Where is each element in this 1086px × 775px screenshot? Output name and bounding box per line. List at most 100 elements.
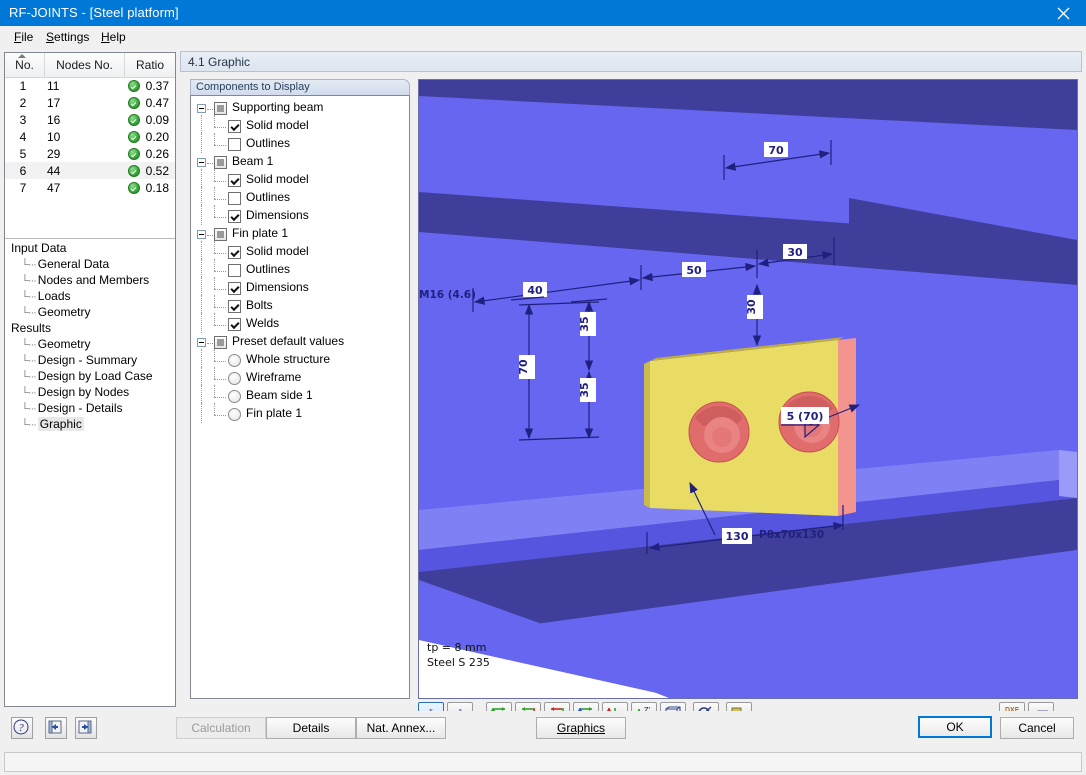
column-header-no[interactable]: No.	[5, 53, 45, 77]
nav-item-design-summary[interactable]: └··· Design - Summary	[21, 353, 137, 367]
ok-button[interactable]: OK	[918, 716, 992, 738]
components-tree-caption: Components to Display	[190, 79, 410, 95]
tree-item-label: Outlines	[246, 190, 291, 204]
nat-annex-button[interactable]: Nat. Annex...	[356, 717, 446, 739]
checkbox[interactable]	[228, 318, 241, 331]
cell-no: 5	[19, 147, 27, 161]
next-button[interactable]	[75, 717, 97, 739]
table-row[interactable]: 2 17 0.47	[5, 94, 175, 111]
nav-item-label: Design - Details	[37, 401, 123, 415]
tree-item-outlines[interactable]: Outlines	[191, 187, 409, 209]
cell-no: 6	[19, 164, 27, 178]
nav-item-graphic[interactable]: └··· Graphic	[21, 417, 84, 431]
tree-item-whole-structure[interactable]: Whole structure	[191, 349, 409, 371]
tree-item-label: Outlines	[246, 262, 291, 276]
nav-item-general-data[interactable]: └··· General Data	[21, 257, 109, 271]
tree-connector	[201, 205, 203, 225]
cancel-button[interactable]: Cancel	[1000, 717, 1074, 739]
table-row[interactable]: 4 10 0.20	[5, 128, 175, 145]
checkbox[interactable]	[228, 174, 241, 187]
tree-item-outlines[interactable]: Outlines	[191, 133, 409, 155]
tree-item-label: Supporting beam	[232, 100, 324, 114]
column-header-nodes[interactable]: Nodes No.	[45, 53, 125, 77]
radio-button[interactable]	[228, 354, 241, 367]
group-toggle-box[interactable]	[214, 228, 227, 241]
radio-button[interactable]	[228, 372, 241, 385]
group-toggle-box[interactable]	[214, 156, 227, 169]
checkbox[interactable]	[228, 138, 241, 151]
expander-collapse-icon[interactable]	[197, 104, 206, 113]
checkbox[interactable]	[228, 264, 241, 277]
tree-item-wireframe[interactable]: Wireframe	[191, 367, 409, 389]
checkbox[interactable]	[228, 192, 241, 205]
tree-item-outlines[interactable]: Outlines	[191, 259, 409, 281]
nav-item-label: Design by Nodes	[37, 385, 130, 399]
tree-item-fin-plate-1[interactable]: Fin plate 1	[191, 403, 409, 425]
table-row[interactable]: 6 44 0.52	[5, 162, 175, 179]
checkbox[interactable]	[228, 120, 241, 133]
tree-item-beam-side-1[interactable]: Beam side 1	[191, 385, 409, 407]
table-row[interactable]: 3 16 0.09	[5, 111, 175, 128]
cell-nodes: 17	[47, 96, 61, 110]
section-header: 4.1 Graphic	[180, 51, 1082, 72]
tree-item-welds[interactable]: Welds	[191, 313, 409, 335]
radio-button[interactable]	[228, 408, 241, 421]
menu-settings[interactable]: Settings	[40, 29, 95, 45]
graphic-canvas[interactable]: .dl{stroke:#202080;stroke-width:1.2;fill…	[419, 80, 1077, 698]
tree-item-label: Dimensions	[246, 208, 309, 222]
checkbox[interactable]	[228, 300, 241, 313]
nav-item-nodes-and-members[interactable]: └··· Nodes and Members	[21, 273, 149, 287]
tree-connector	[207, 235, 213, 237]
expander-collapse-icon[interactable]	[197, 338, 206, 347]
graphic-note: tp = 8 mm Steel S 235	[427, 640, 490, 670]
window-title: RF-JOINTS - [Steel platform]	[9, 5, 179, 20]
column-header-ratio[interactable]: Ratio	[125, 53, 175, 77]
results-grid-header: No. Nodes No. Ratio	[5, 53, 175, 78]
group-toggle-box[interactable]	[214, 336, 227, 349]
group-toggle-box[interactable]	[214, 102, 227, 115]
graphic-viewport[interactable]: .dl{stroke:#202080;stroke-width:1.2;fill…	[418, 79, 1078, 699]
tree-item-solid-model[interactable]: Solid model	[191, 115, 409, 137]
nav-item-geometry[interactable]: └··· Geometry	[21, 337, 90, 351]
nav-item-label: General Data	[37, 257, 110, 271]
tree-item-supporting-beam[interactable]: Supporting beam	[191, 100, 409, 119]
cell-no: 7	[19, 181, 27, 195]
tree-item-label: Wireframe	[246, 370, 302, 384]
nav-item-geometry[interactable]: └··· Geometry	[21, 305, 90, 319]
checkbox[interactable]	[228, 282, 241, 295]
tree-connector-icon: └···	[21, 419, 37, 431]
checkbox[interactable]	[228, 210, 241, 223]
nav-item-design-by-nodes[interactable]: └··· Design by Nodes	[21, 385, 129, 399]
calculation-button[interactable]: Calculation	[176, 717, 266, 739]
cell-no: 2	[19, 96, 27, 110]
prev-button[interactable]	[45, 717, 67, 739]
tree-connector-icon: └···	[21, 403, 37, 415]
nav-item-design-details[interactable]: └··· Design - Details	[21, 401, 123, 415]
graphics-button[interactable]: Graphics	[536, 717, 626, 739]
menu-help[interactable]: Help	[95, 29, 132, 45]
nav-item-design-by-load-case[interactable]: └··· Design by Load Case	[21, 369, 153, 383]
help-button[interactable]: ?	[11, 717, 33, 739]
radio-button[interactable]	[228, 390, 241, 403]
tree-connector	[214, 133, 216, 145]
tree-item-fin-plate-1[interactable]: Fin plate 1	[191, 226, 409, 245]
tree-item-beam-1[interactable]: Beam 1	[191, 154, 409, 173]
table-row[interactable]: 1 11 0.37	[5, 77, 175, 94]
tree-item-preset-default-values[interactable]: Preset default values	[191, 334, 409, 353]
tree-item-dimensions[interactable]: Dimensions	[191, 277, 409, 299]
tree-item-bolts[interactable]: Bolts	[191, 295, 409, 317]
table-row[interactable]: 7 47 0.18	[5, 179, 175, 196]
expander-collapse-icon[interactable]	[197, 158, 206, 167]
tree-connector	[214, 181, 226, 183]
tree-item-solid-model[interactable]: Solid model	[191, 169, 409, 191]
nav-item-loads[interactable]: └··· Loads	[21, 289, 71, 303]
close-icon[interactable]	[1040, 0, 1086, 26]
tree-item-dimensions[interactable]: Dimensions	[191, 205, 409, 227]
checkbox[interactable]	[228, 246, 241, 259]
table-row[interactable]: 5 29 0.26	[5, 145, 175, 162]
expander-collapse-icon[interactable]	[197, 230, 206, 239]
tree-item-solid-model[interactable]: Solid model	[191, 241, 409, 263]
tree-connector	[214, 115, 216, 127]
details-button[interactable]: Details	[266, 717, 356, 739]
menu-file[interactable]: File	[8, 29, 39, 45]
